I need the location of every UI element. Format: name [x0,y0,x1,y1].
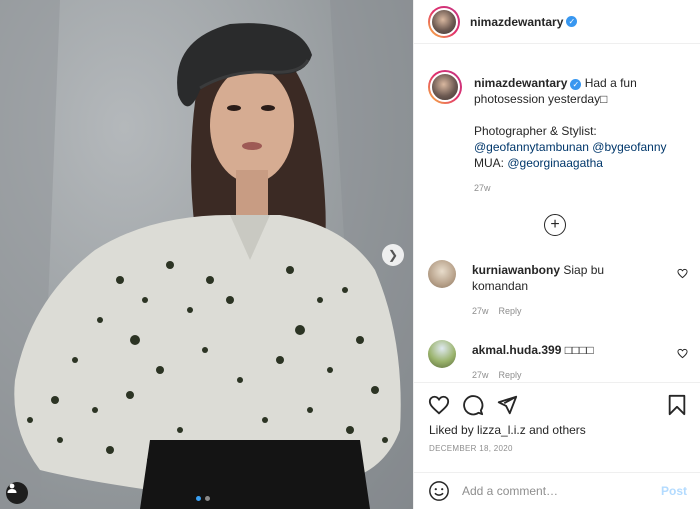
share-icon [497,395,518,415]
heart-icon[interactable] [677,348,688,359]
comment-item: kurniawanbony Siap bu komandan 27w Reply [428,260,688,319]
comments-section[interactable]: nimazdewantary ✓ Had a fun photosession y… [414,56,700,382]
action-icons-row [414,383,700,427]
carousel-dot [196,496,201,501]
plus-circle-icon: + [550,216,560,233]
post-caption: nimazdewantary ✓ Had a fun photosession y… [414,56,700,196]
reply-button[interactable]: Reply [499,306,522,316]
post-header: nimazdewantary ✓ [414,0,700,44]
post-sidebar: nimazdewantary ✓ nimazdewantary ✓ Had a f… [413,0,700,509]
comment-avatar[interactable] [428,340,456,368]
carousel-indicator [196,496,210,501]
share-button[interactable] [496,394,518,416]
chevron-right-icon: ❯ [387,248,399,262]
verified-badge-icon: ✓ [570,79,582,90]
caption-line-2: photosession yesterday□ [474,92,608,106]
mention-link[interactable]: @bygeofanny [592,140,666,154]
mention-link[interactable]: @georginaagatha [507,156,603,170]
author-avatar[interactable] [428,5,460,38]
mention-link[interactable]: @geofannytambunan [474,140,589,154]
comment-input[interactable]: Add a comment… [462,484,661,498]
heart-icon[interactable] [677,268,688,279]
heart-icon [428,395,450,415]
post-date[interactable]: DECEMBER 18, 2020 [414,444,700,453]
user-tag-button[interactable] [6,482,28,504]
likes-prefix: Liked by [429,423,474,437]
comment-text: □□□□ [564,343,594,357]
comment-icon [463,395,484,416]
comment-button[interactable] [462,394,484,416]
caption-mua-label: MUA: [474,156,504,170]
next-photo-button[interactable]: ❯ [382,244,404,266]
caption-username[interactable]: nimazdewantary [474,76,567,90]
save-button[interactable] [667,394,687,416]
likes-others-link[interactable]: and others [529,423,586,437]
comment-timestamp[interactable]: 27w [472,370,489,380]
caption-line-1: Had a fun [584,76,637,90]
emoji-button[interactable] [428,480,450,502]
emoji-icon [429,481,449,501]
add-comment-bar: Add a comment… Post [414,472,700,509]
comment-username[interactable]: akmal.huda.399 [472,343,561,357]
user-tag-icon [7,483,17,493]
carousel-dot [205,496,210,501]
comment-avatar[interactable] [428,260,456,288]
caption-avatar[interactable] [428,70,462,104]
bookmark-icon [668,394,686,416]
caption-timestamp[interactable]: 27w [474,180,674,196]
author-username[interactable]: nimazdewantary [470,15,563,29]
post-actions: Liked by lizza_l.i.z and others DECEMBER… [414,382,700,453]
like-button[interactable] [428,394,450,416]
caption-credit-heading: Photographer & Stylist: [474,124,597,138]
post-comment-button[interactable]: Post [661,484,687,498]
post-photo[interactable]: ❯ [0,0,413,509]
comment-item: akmal.huda.399 □□□□ 27w Reply [428,340,688,382]
likes-user-link[interactable]: lizza_l.i.z [477,423,526,437]
reply-button[interactable]: Reply [499,370,522,380]
comment-username[interactable]: kurniawanbony [472,263,560,277]
comment-timestamp[interactable]: 27w [472,306,489,316]
verified-badge-icon: ✓ [566,16,578,27]
likes-summary: Liked by lizza_l.i.z and others [414,423,700,437]
photo-illustration [0,0,413,509]
caption-text: nimazdewantary ✓ Had a fun photosession y… [474,75,674,196]
load-more-comments-button[interactable]: + [544,214,566,236]
